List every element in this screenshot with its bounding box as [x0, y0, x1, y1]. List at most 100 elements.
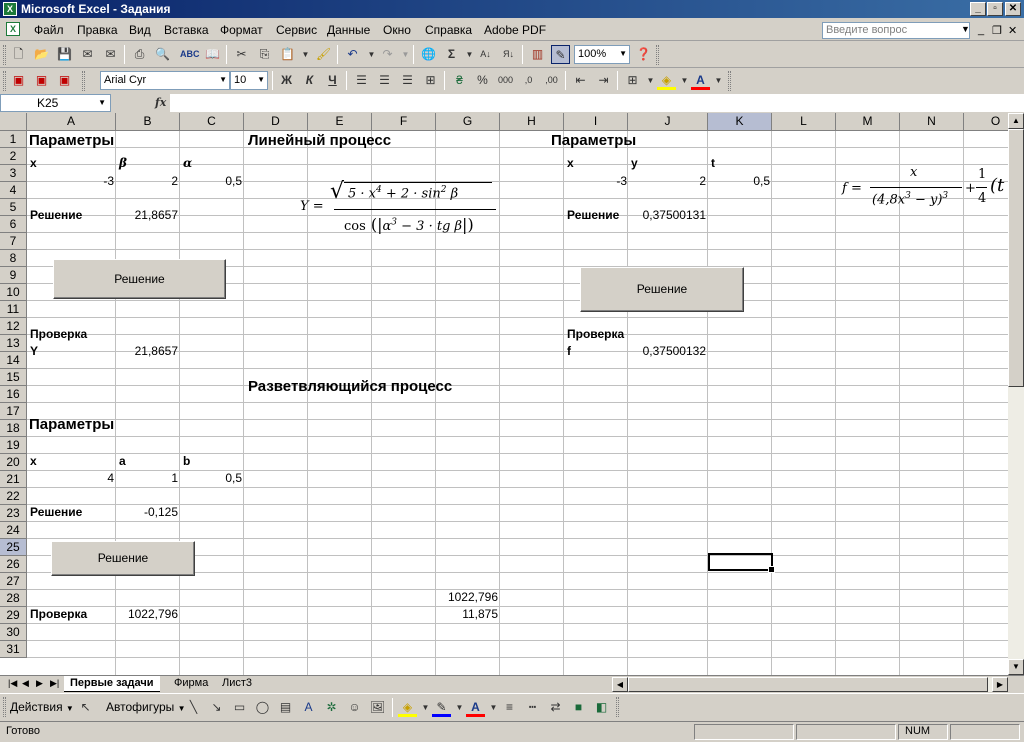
sort-ascending-icon[interactable]: A↓ — [476, 45, 495, 64]
row-header-27[interactable]: 27 — [0, 573, 27, 590]
row-header-12[interactable]: 12 — [0, 318, 27, 335]
workbook-close-button[interactable]: ✕ — [1008, 24, 1017, 37]
toolbar-grip[interactable] — [82, 71, 85, 91]
solve-button-branching[interactable]: Решение — [51, 541, 195, 576]
underline-icon[interactable]: Ч — [323, 71, 342, 90]
cell-k2[interactable]: t — [711, 155, 715, 171]
workbook-icon[interactable]: X — [6, 22, 20, 36]
cell-k3[interactable]: 0,5 — [709, 173, 770, 189]
currency-icon[interactable]: ₴ — [450, 71, 469, 90]
cell-g27[interactable]: 1022,796 — [437, 589, 498, 605]
cell-a5[interactable]: Решение — [30, 207, 82, 223]
autoshapes-menu[interactable]: Автофигуры ▼ — [106, 700, 186, 714]
next-sheet-icon[interactable]: ▶ — [36, 678, 43, 689]
column-header-e[interactable]: E — [308, 113, 372, 131]
font-size-dropdown-icon[interactable]: ▼ — [257, 75, 265, 84]
worksheet-grid[interactable]: ABCDEFGHIJKLMNO 1 2 3 4 5 6 7 8 9 10 11 12 13 14 15 16 1… — [0, 113, 1008, 675]
row-header-30[interactable]: 30 — [0, 624, 27, 641]
bold-icon[interactable]: Ж — [277, 71, 296, 90]
prev-sheet-icon[interactable]: ◀ — [22, 678, 29, 689]
cell-d1[interactable]: Линейный процесс — [248, 133, 391, 149]
fill-color-icon[interactable]: ◈ — [657, 71, 676, 90]
cell-i12[interactable]: Проверка — [567, 326, 624, 342]
row-header-15[interactable]: 15 — [0, 369, 27, 386]
line-icon[interactable]: ╲ — [184, 698, 203, 717]
drawing-toggle-icon[interactable]: ✎ — [551, 45, 570, 64]
redo-icon[interactable]: ↷ — [378, 45, 397, 64]
cell-i13[interactable]: f — [567, 343, 571, 359]
print-icon[interactable]: ⎙ — [130, 45, 149, 64]
menu-format[interactable]: Формат — [220, 23, 263, 37]
email-icon[interactable]: ✉ — [101, 45, 120, 64]
column-header-n[interactable]: N — [900, 113, 964, 131]
row-header-14[interactable]: 14 — [0, 352, 27, 369]
row-header-21[interactable]: 21 — [0, 471, 27, 488]
cell-c19[interactable]: b — [183, 453, 190, 469]
toolbar-options-grip[interactable] — [728, 71, 731, 91]
cell-j2[interactable]: y — [631, 155, 638, 171]
new-icon[interactable]: 🗋 — [9, 45, 28, 64]
scroll-up-icon[interactable]: ▲ — [1008, 113, 1024, 129]
help-dropdown-icon[interactable]: ▼ — [961, 24, 970, 34]
paste-icon[interactable]: 📋 — [278, 45, 297, 64]
menu-adobe-pdf[interactable]: Adobe PDF — [484, 23, 546, 37]
column-header-b[interactable]: B — [116, 113, 180, 131]
row-header-19[interactable]: 19 — [0, 437, 27, 454]
row-header-6[interactable]: 6 — [0, 216, 27, 233]
row-header-23[interactable]: 23 — [0, 505, 27, 522]
column-header-f[interactable]: F — [372, 113, 436, 131]
open-icon[interactable]: 📂 — [32, 45, 51, 64]
cell-i3[interactable]: -3 — [565, 173, 627, 189]
select-objects-icon[interactable]: ↖ — [76, 698, 95, 717]
paste-dropdown-icon[interactable]: ▼ — [296, 45, 315, 64]
autosum-icon[interactable]: Σ — [442, 45, 461, 64]
cell-g28[interactable]: 11,875 — [437, 606, 498, 622]
cell-b20[interactable]: 1 — [117, 470, 178, 486]
solve-button-linear[interactable]: Решение — [53, 259, 226, 299]
row-header-28[interactable]: 28 — [0, 590, 27, 607]
horizontal-scrollbar[interactable]: ◀ ▶ — [612, 677, 1008, 692]
formula-input[interactable] — [170, 94, 1024, 112]
toolbar-options-grip[interactable] — [656, 45, 659, 65]
cell-b2[interactable]: β — [119, 155, 127, 171]
cell-a1[interactable]: Параметры — [29, 133, 114, 149]
horizontal-scroll-thumb[interactable] — [628, 677, 988, 692]
active-cell[interactable] — [708, 553, 775, 573]
cell-a28[interactable]: Проверка — [30, 606, 87, 622]
cell-j5[interactable]: 0,37500131 — [629, 207, 706, 223]
hyperlink-icon[interactable]: 🌐 — [419, 45, 438, 64]
minimize-button[interactable]: _ — [970, 2, 986, 16]
cell-c2[interactable]: α — [183, 155, 192, 171]
shadow-style-icon[interactable]: ■ — [569, 698, 588, 717]
font-color-icon[interactable]: A — [691, 71, 710, 90]
cell-b28[interactable]: 1022,796 — [117, 606, 178, 622]
row-header-24[interactable]: 24 — [0, 522, 27, 539]
pdf-review-icon[interactable]: ▣ — [55, 71, 74, 90]
line-color-icon[interactable]: ✎ — [432, 698, 451, 717]
italic-icon[interactable]: К — [300, 71, 319, 90]
row-header-26[interactable]: 26 — [0, 556, 27, 573]
align-center-icon[interactable]: ☰ — [375, 71, 394, 90]
menu-help[interactable]: Справка — [425, 23, 472, 37]
row-header-8[interactable]: 8 — [0, 250, 27, 267]
column-header-l[interactable]: L — [772, 113, 836, 131]
increase-indent-icon[interactable]: ⇥ — [594, 71, 613, 90]
cell-i1[interactable]: Параметры — [551, 133, 636, 149]
scroll-down-icon[interactable]: ▼ — [1008, 659, 1024, 675]
cell-c20[interactable]: 0,5 — [181, 470, 242, 486]
column-header-d[interactable]: D — [244, 113, 308, 131]
row-header-31[interactable]: 31 — [0, 641, 27, 658]
row-header-4[interactable]: 4 — [0, 182, 27, 199]
cell-j3[interactable]: 2 — [629, 173, 706, 189]
vertical-scrollbar[interactable]: ▲ ▼ — [1008, 113, 1024, 675]
column-header-g[interactable]: G — [436, 113, 500, 131]
cell-b22[interactable]: -0,125 — [117, 504, 178, 520]
borders-icon[interactable]: ⊞ — [623, 71, 642, 90]
draw-fill-color-icon[interactable]: ◈ — [398, 698, 417, 717]
menu-file[interactable]: Файл — [34, 23, 64, 37]
row-header-13[interactable]: 13 — [0, 335, 27, 352]
copy-icon[interactable]: ⎘ — [255, 45, 274, 64]
column-header-o[interactable]: O — [964, 113, 1008, 131]
format-painter-icon[interactable]: 🖌 — [314, 45, 333, 64]
3d-style-icon[interactable]: ◧ — [592, 698, 611, 717]
